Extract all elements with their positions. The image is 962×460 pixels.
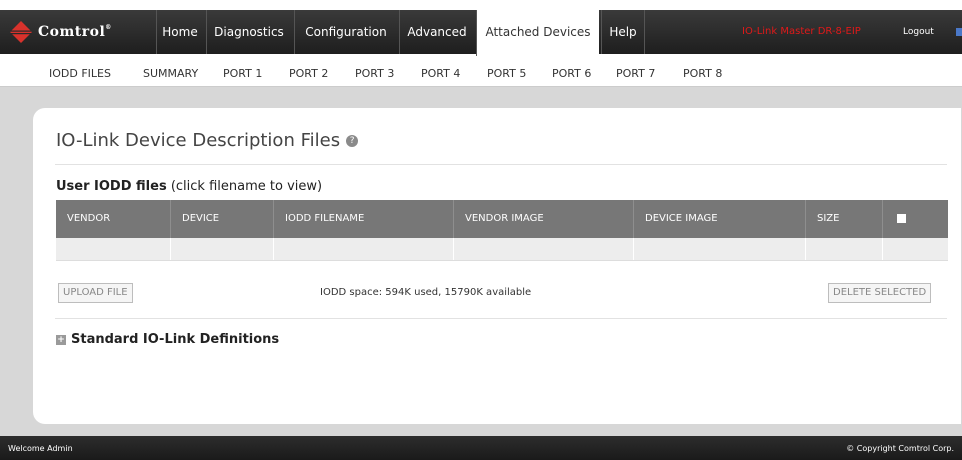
- welcome-text: Welcome Admin: [8, 444, 73, 453]
- brand-name: Comtrol®: [38, 24, 112, 40]
- section-label: User IODD files (click filename to view): [56, 179, 322, 194]
- col-iodd-filename: IODD FILENAME: [274, 200, 454, 238]
- iodd-table: VENDOR DEVICE IODD FILENAME VENDOR IMAGE…: [56, 200, 948, 261]
- subtab-port-8[interactable]: PORT 8: [683, 67, 722, 80]
- table-cell: [634, 238, 806, 260]
- plus-icon: +: [56, 334, 66, 345]
- page-title-text: IO-Link Device Description Files: [56, 130, 341, 151]
- comtrol-logo[interactable]: Comtrol®: [10, 21, 112, 43]
- nav-tab-advanced[interactable]: Advanced: [399, 10, 474, 54]
- sub-nav: IODD FILES SUMMARY PORT 1 PORT 2 PORT 3 …: [0, 62, 962, 87]
- standard-definitions-toggle[interactable]: + Standard IO-Link Definitions: [56, 332, 279, 347]
- help-icon[interactable]: ?: [346, 135, 359, 147]
- divider: [55, 164, 947, 165]
- footer: Welcome Admin © Copyright Comtrol Corp.: [0, 436, 962, 460]
- col-device: DEVICE: [171, 200, 274, 238]
- subtab-port-3[interactable]: PORT 3: [355, 67, 394, 80]
- divider: [55, 318, 947, 319]
- col-vendor-image: VENDOR IMAGE: [454, 200, 634, 238]
- subtab-port-7[interactable]: PORT 7: [616, 67, 655, 80]
- logout-link[interactable]: Logout: [903, 10, 934, 54]
- nav-tab-attached-devices[interactable]: Attached Devices: [476, 10, 599, 56]
- table-cell: [454, 238, 634, 260]
- nav-tab-home[interactable]: Home: [156, 10, 203, 54]
- select-all-checkbox[interactable]: [897, 213, 906, 223]
- iodd-space-info: IODD space: 594K used, 15790K available: [320, 287, 532, 298]
- subtab-iodd-files[interactable]: IODD FILES: [49, 67, 111, 80]
- col-select: [883, 200, 948, 238]
- standard-definitions-label: Standard IO-Link Definitions: [71, 332, 280, 347]
- col-vendor: VENDOR: [56, 200, 171, 238]
- nav-tab-help[interactable]: Help: [601, 10, 645, 54]
- col-size: SIZE: [806, 200, 883, 238]
- subtab-port-2[interactable]: PORT 2: [289, 67, 328, 80]
- table-row: [56, 238, 948, 261]
- copyright-text: © Copyright Comtrol Corp.: [846, 444, 954, 453]
- table-cell: [806, 238, 883, 260]
- section-title: User IODD files: [56, 179, 167, 194]
- nav-tab-diagnostics[interactable]: Diagnostics: [206, 10, 291, 54]
- nav-tab-configuration[interactable]: Configuration: [294, 10, 397, 54]
- comtrol-logo-icon: [10, 21, 32, 43]
- subtab-port-6[interactable]: PORT 6: [552, 67, 591, 80]
- table-cell: [56, 238, 171, 260]
- table-header: VENDOR DEVICE IODD FILENAME VENDOR IMAGE…: [56, 200, 948, 238]
- device-name: IO-Link Master DR-8-EIP: [742, 26, 861, 37]
- table-cell: [171, 238, 274, 260]
- page-title: IO-Link Device Description Files?: [56, 130, 359, 151]
- content-panel: IO-Link Device Description Files? User I…: [33, 108, 961, 424]
- subtab-port-5[interactable]: PORT 5: [487, 67, 526, 80]
- main-nav: Comtrol® Home Diagnostics Configuration …: [0, 10, 962, 56]
- subtab-port-4[interactable]: PORT 4: [421, 67, 460, 80]
- col-device-image: DEVICE IMAGE: [634, 200, 806, 238]
- top-banner: Comtrol® Home Diagnostics Configuration …: [0, 0, 962, 62]
- subtab-summary[interactable]: SUMMARY: [143, 67, 198, 80]
- table-cell: [883, 238, 948, 260]
- brand-trademark: ®: [105, 24, 112, 31]
- brand-name-text: Comtrol: [38, 24, 106, 40]
- delete-selected-button[interactable]: DELETE SELECTED: [828, 283, 932, 303]
- language-flag-icon[interactable]: [956, 28, 962, 36]
- upload-file-button[interactable]: UPLOAD FILE: [58, 283, 133, 303]
- table-cell: [274, 238, 454, 260]
- section-note: (click filename to view): [166, 179, 323, 194]
- subtab-port-1[interactable]: PORT 1: [223, 67, 262, 80]
